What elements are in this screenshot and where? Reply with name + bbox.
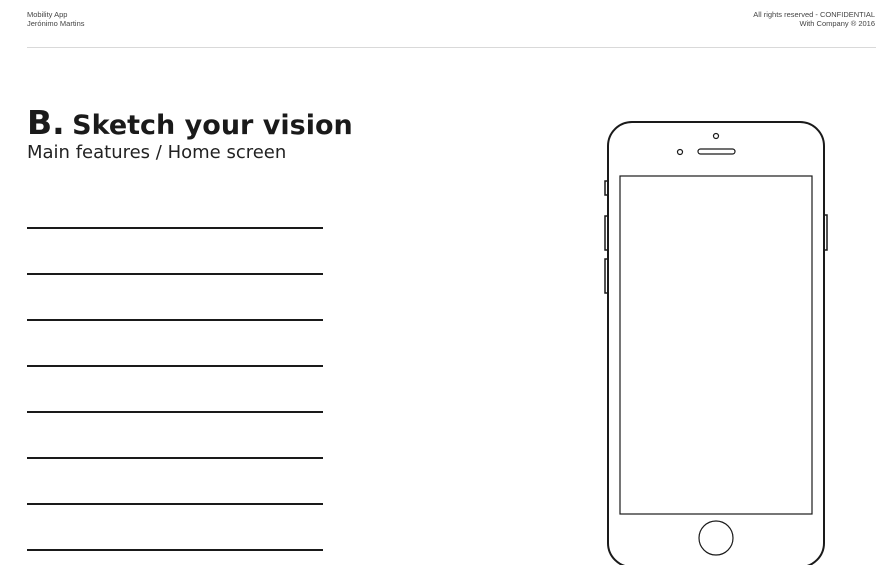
section-subtitle: Main features / Home screen (27, 142, 287, 163)
smartphone-outline-icon (604, 121, 828, 565)
phone-sensor-icon (676, 148, 684, 156)
rights-notice: All rights reserved - CONFIDENTIAL (753, 10, 875, 19)
writing-line[interactable] (27, 273, 323, 275)
phone-speaker-icon (697, 148, 736, 155)
company-name: Jerónimo Martins (27, 19, 85, 28)
section-letter: B. (27, 103, 65, 142)
writing-line[interactable] (27, 503, 323, 505)
phone-home-button-icon (698, 520, 734, 556)
phone-side-button-left-1 (604, 180, 609, 196)
copyright-notice: With Company ® 2016 (799, 19, 875, 28)
writing-line[interactable] (27, 549, 323, 551)
writing-line[interactable] (27, 457, 323, 459)
phone-front-camera-icon (712, 132, 720, 140)
writing-line[interactable] (27, 227, 323, 229)
phone-screen (619, 175, 813, 515)
header-divider (27, 47, 876, 48)
app-name: Mobility App (27, 10, 68, 19)
phone-volume-down-button (604, 258, 609, 294)
phone-power-button (823, 214, 828, 251)
document-header-right: All rights reserved - CONFIDENTIAL With … (753, 10, 875, 28)
section-title-text: Sketch your vision (72, 110, 353, 141)
section-title: B. Sketch your vision (27, 103, 353, 142)
writing-line[interactable] (27, 365, 323, 367)
writing-line[interactable] (27, 411, 323, 413)
phone-volume-up-button (604, 215, 609, 251)
document-header-left: Mobility App Jerónimo Martins (27, 10, 85, 28)
writing-line[interactable] (27, 319, 323, 321)
